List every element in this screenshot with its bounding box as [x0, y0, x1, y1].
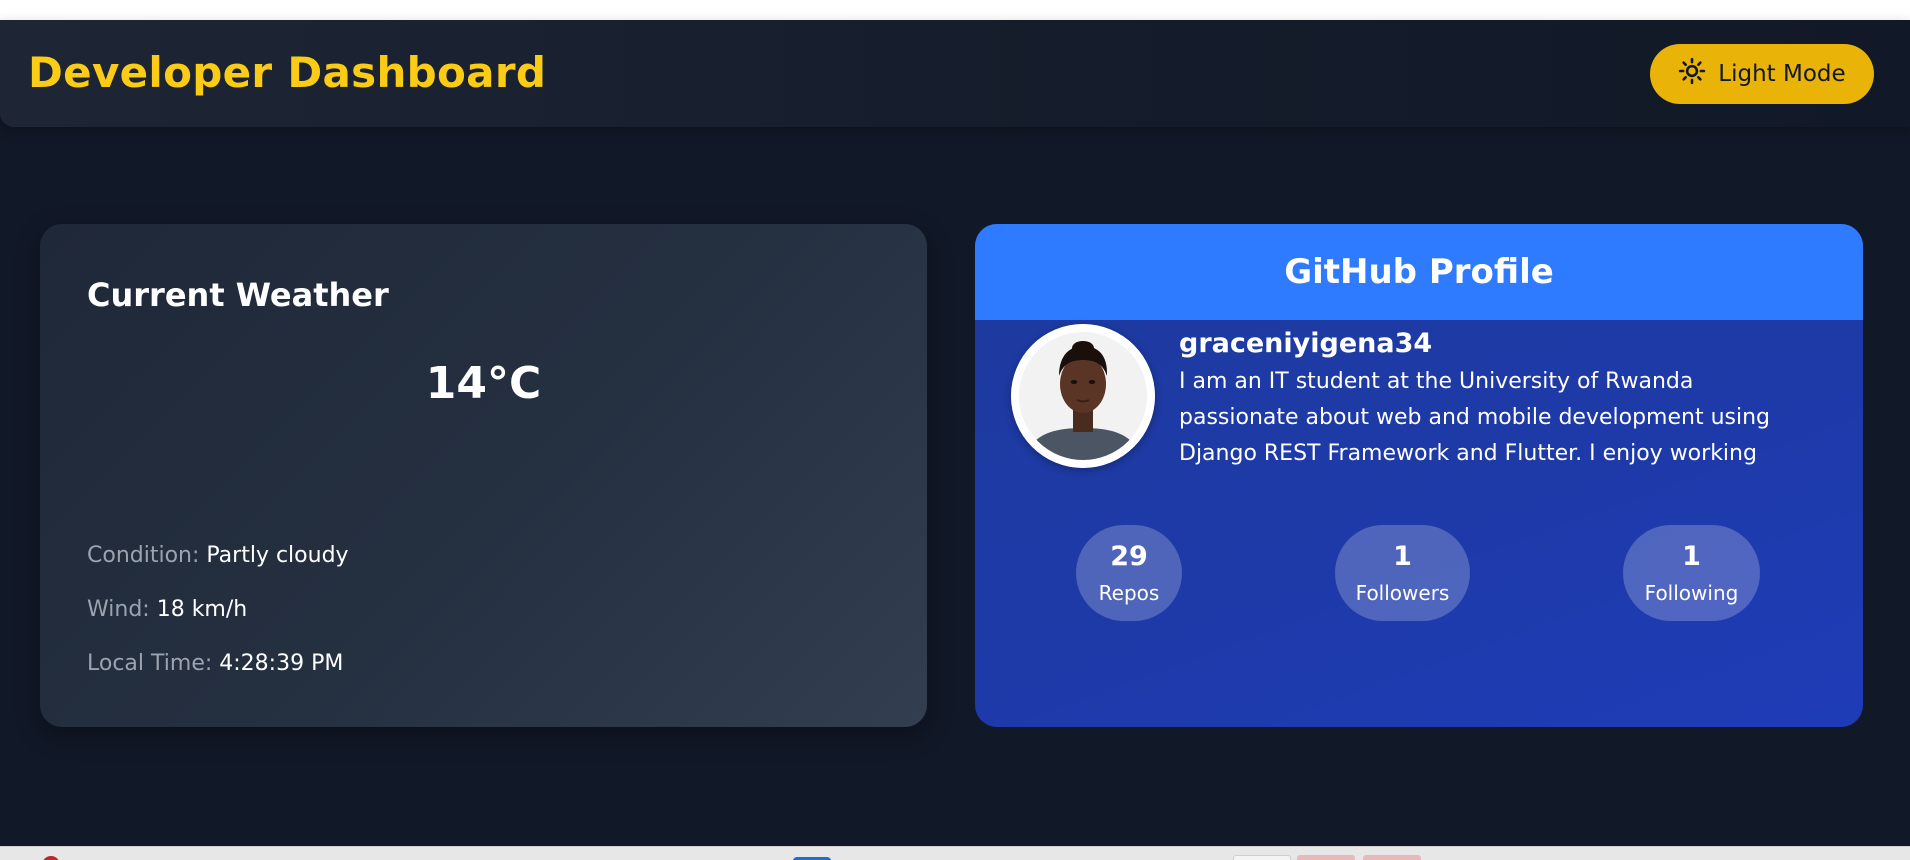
condition-label: Condition: — [87, 543, 200, 568]
avatar[interactable] — [1011, 324, 1155, 468]
taskbar-app-icon[interactable] — [42, 856, 60, 860]
condition-row: Condition: Partly cloudy — [87, 545, 349, 567]
github-card-header: GitHub Profile — [975, 224, 1863, 320]
followers-label: Followers — [1355, 581, 1450, 605]
followers-count: 1 — [1393, 541, 1412, 572]
github-profile-card: GitHub Profile graceniyigena34 I am an I… — [975, 224, 1863, 727]
weather-card: Current Weather 14°C Condition: Partly c… — [40, 224, 927, 727]
following-label: Following — [1644, 581, 1739, 605]
light-mode-toggle-button[interactable]: Light Mode — [1650, 44, 1874, 104]
github-username: graceniyigena34 — [1179, 328, 1433, 359]
local-time-label: Local Time: — [87, 651, 213, 676]
wind-value: 18 km/h — [156, 597, 248, 622]
condition-value: Partly cloudy — [206, 543, 349, 568]
wind-label: Wind: — [87, 597, 150, 622]
app-container: Developer Dashboard Light Mode Current W… — [0, 20, 1910, 846]
github-bio: I am an IT student at the University of … — [1179, 369, 1771, 466]
header-bar: Developer Dashboard Light Mode — [0, 20, 1910, 127]
page-title: Developer Dashboard — [28, 48, 547, 97]
following-stat[interactable]: 1 Following — [1623, 525, 1760, 621]
repos-label: Repos — [1098, 581, 1160, 605]
taskbar-app-icon[interactable] — [1363, 855, 1421, 860]
following-count: 1 — [1682, 541, 1701, 572]
os-taskbar — [0, 846, 1910, 860]
repos-count: 29 — [1110, 541, 1148, 572]
repos-stat[interactable]: 29 Repos — [1076, 525, 1182, 621]
taskbar-app-icon[interactable] — [1297, 855, 1355, 860]
local-time-row: Local Time: 4:28:39 PM — [87, 653, 343, 675]
local-time-value: 4:28:39 PM — [219, 651, 344, 676]
taskbar-app-icon[interactable] — [1233, 855, 1291, 860]
light-mode-label: Light Mode — [1718, 61, 1846, 87]
weather-title: Current Weather — [87, 276, 389, 314]
wind-row: Wind: 18 km/h — [87, 599, 247, 621]
github-title: GitHub Profile — [1284, 252, 1554, 292]
followers-stat[interactable]: 1 Followers — [1335, 525, 1470, 621]
temperature-value: 14°C — [425, 358, 542, 409]
sun-icon — [1678, 57, 1706, 91]
